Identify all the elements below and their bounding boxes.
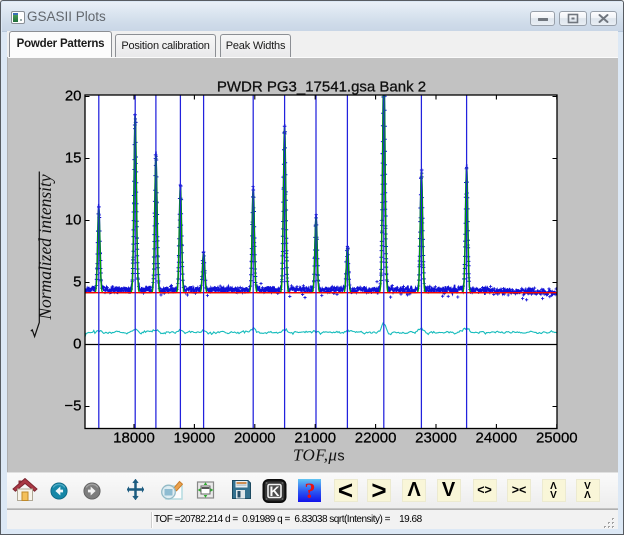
svg-text:24000: 24000 <box>476 430 518 447</box>
svg-text:?: ? <box>305 479 316 502</box>
svg-text:19000: 19000 <box>174 430 216 447</box>
svg-text:15: 15 <box>65 150 82 167</box>
svg-text:23000: 23000 <box>415 430 457 447</box>
svg-text:21000: 21000 <box>294 430 336 447</box>
svg-text:−5: −5 <box>64 398 81 415</box>
svg-text:20: 20 <box>65 88 82 105</box>
svg-text:10: 10 <box>65 212 82 229</box>
svg-text:18000: 18000 <box>113 430 155 447</box>
svg-text:22000: 22000 <box>355 430 397 447</box>
svg-text:Normalized intensity: Normalized intensity <box>35 174 55 321</box>
svg-text:TOF,μs: TOF,μs <box>293 446 345 465</box>
svg-text:PWDR PG3_17541.gsa Bank 2: PWDR PG3_17541.gsa Bank 2 <box>217 79 426 96</box>
svg-text:5: 5 <box>73 274 81 291</box>
svg-text:20000: 20000 <box>234 430 276 447</box>
svg-text:0: 0 <box>73 336 81 353</box>
svg-text:K: K <box>269 483 279 499</box>
svg-text:25000: 25000 <box>536 430 578 447</box>
